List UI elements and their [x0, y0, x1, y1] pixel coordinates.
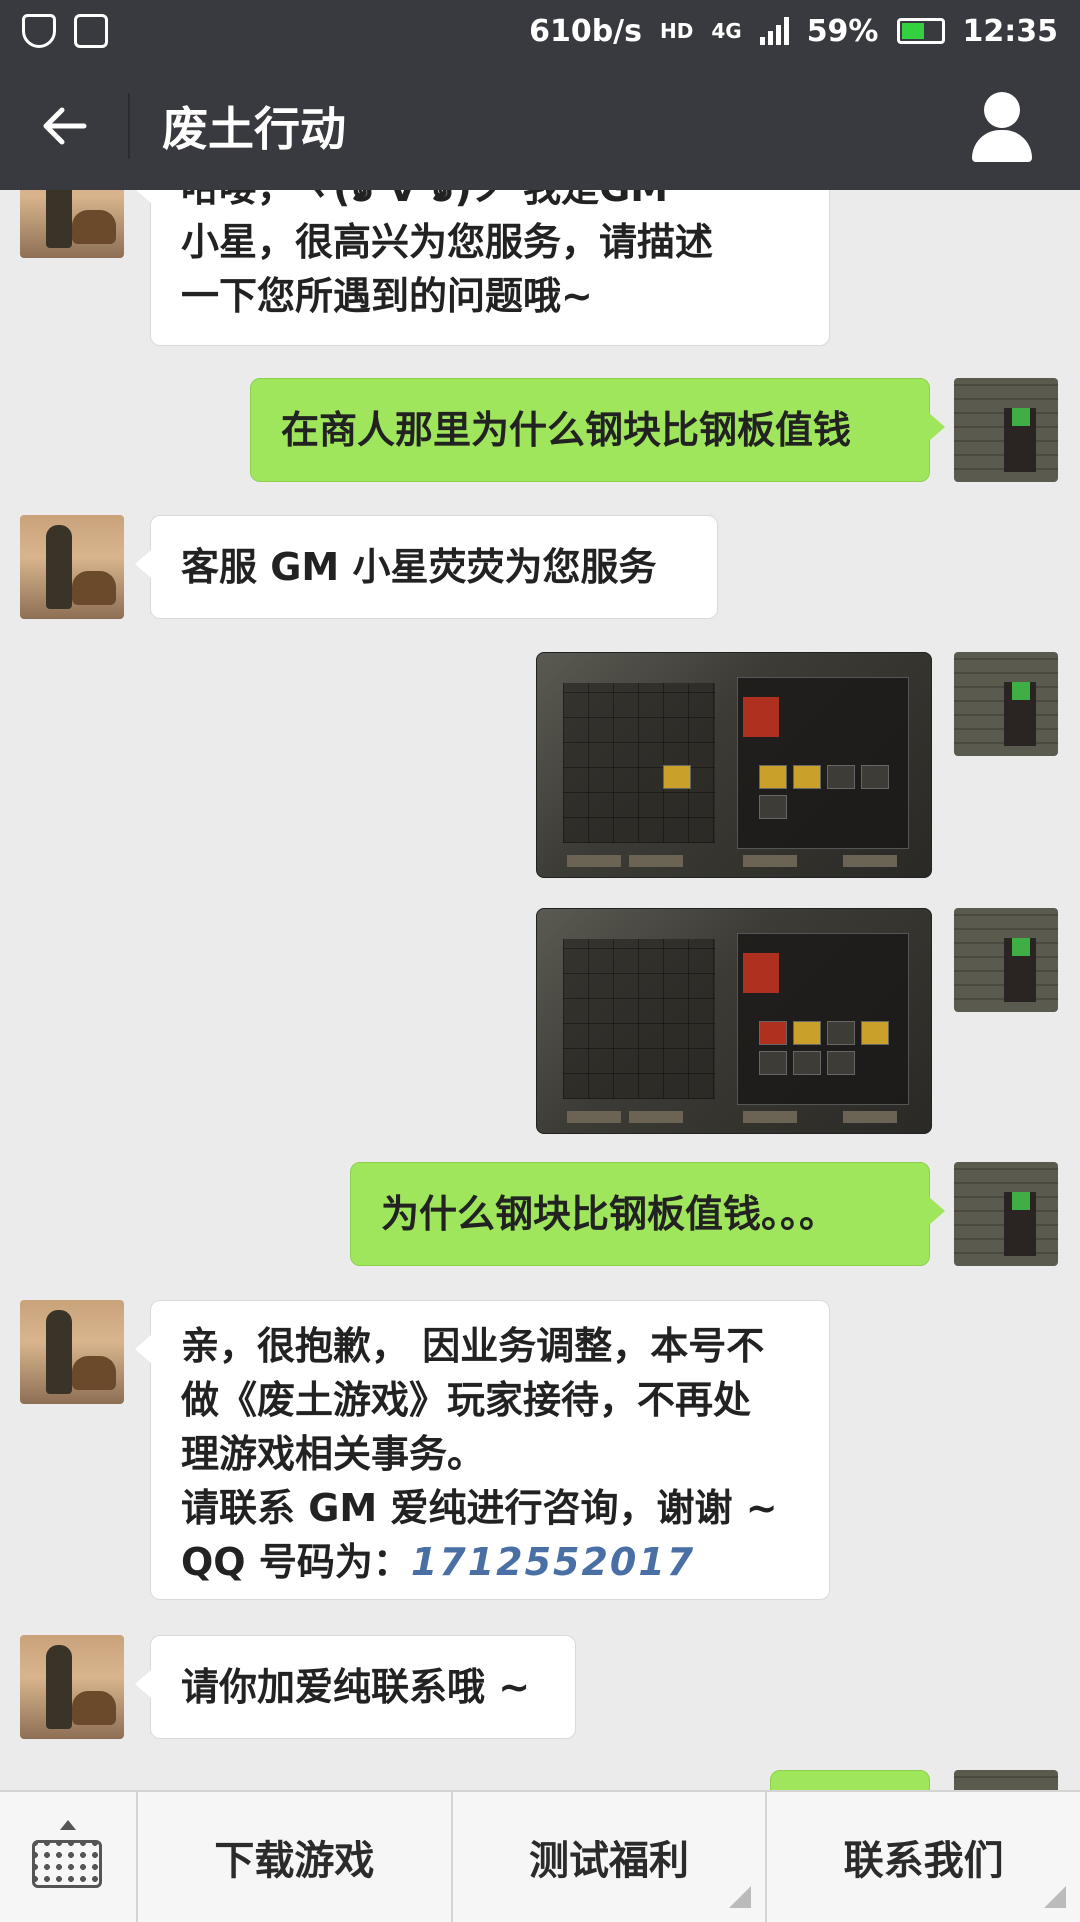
- user-avatar[interactable]: [954, 908, 1058, 1012]
- clock: 12:35: [962, 13, 1059, 49]
- message-bubble[interactable]: 哈喽，ヽ(๑ ́∀ ̀๑)ノ 我是GM 小星，很高兴为您服务，请描述 一下您所遇…: [135, 190, 830, 346]
- message-text: 理游戏相关事务。: [181, 1432, 486, 1476]
- user-avatar[interactable]: [954, 1770, 1058, 1790]
- message-bubble[interactable]: 请你加爱纯联系哦 ~: [135, 1635, 576, 1739]
- network-speed: 610b/s: [529, 13, 642, 49]
- keyboard-icon: [32, 1840, 102, 1888]
- shield-icon: [22, 14, 56, 48]
- message-bubble[interactable]: 为什么钢块比钢板值钱。。。: [350, 1162, 945, 1266]
- message-text: 为什么钢块比钢板值钱。。。: [381, 1192, 838, 1236]
- message-text: 请你加爱纯联系哦 ~: [181, 1665, 531, 1709]
- message-text: 请联系 GM 爱纯进行咨询，谢谢 ~: [181, 1486, 778, 1530]
- gm-avatar[interactable]: [20, 515, 124, 619]
- page-title: 废土行动: [162, 102, 346, 156]
- message-text: 客服 GM 小星荧荧为您服务: [181, 545, 657, 589]
- menu-test-benefits[interactable]: 测试福利: [453, 1792, 768, 1922]
- gm-avatar[interactable]: [20, 1300, 124, 1404]
- profile-button[interactable]: [964, 88, 1040, 164]
- bottom-menu-bar: 下载游戏 测试福利 联系我们: [0, 1790, 1080, 1922]
- title-bar: 废土行动: [0, 62, 1080, 190]
- qq-number-link[interactable]: 1712552017: [411, 1540, 695, 1584]
- message-text: 小星，很高兴为您服务，请描述: [181, 220, 714, 264]
- arrow-left-icon: [43, 107, 87, 145]
- chevron-up-icon: [60, 1820, 76, 1830]
- keyboard-toggle-button[interactable]: [0, 1792, 138, 1922]
- gm-avatar[interactable]: [20, 190, 124, 258]
- qq-label: QQ 号码为：: [181, 1540, 411, 1584]
- sim-card-icon: [74, 14, 108, 48]
- battery-percent: 59%: [806, 13, 879, 49]
- screenshot-image[interactable]: [536, 652, 932, 878]
- gm-avatar[interactable]: [20, 1635, 124, 1739]
- battery-icon: [896, 18, 945, 44]
- back-button[interactable]: [0, 62, 128, 190]
- chat-area[interactable]: 哈喽，ヽ(๑ ́∀ ̀๑)ノ 我是GM 小星，很高兴为您服务，请描述 一下您所遇…: [0, 190, 1080, 1790]
- message-bubble[interactable]: 在商人那里为什么钢块比钢板值钱: [250, 378, 945, 482]
- message-text: 哈喽，ヽ(๑ ́∀ ̀๑)ノ 我是GM: [181, 190, 799, 215]
- status-bar: 610b/s HD 4G 59% 12:35: [0, 0, 1080, 62]
- title-divider: [128, 93, 130, 159]
- message-bubble[interactable]: 亲，很抱歉， 因业务调整，本号不 做《废土游戏》玩家接待，不再处 理游戏相关事务…: [135, 1300, 830, 1600]
- message-bubble[interactable]: [770, 1770, 930, 1790]
- submenu-indicator-icon: [1044, 1886, 1067, 1908]
- submenu-indicator-icon: [729, 1886, 752, 1908]
- menu-contact-us[interactable]: 联系我们: [767, 1792, 1080, 1922]
- person-icon: [984, 92, 1020, 128]
- hd-label: HD: [660, 19, 694, 43]
- screenshot-image[interactable]: [536, 908, 932, 1134]
- user-avatar[interactable]: [954, 378, 1058, 482]
- message-text: 做《废土游戏》玩家接待，不再处: [181, 1378, 752, 1422]
- message-text: 一下您所遇到的问题哦~: [181, 274, 593, 318]
- network-type: 4G: [711, 19, 742, 43]
- user-avatar[interactable]: [954, 1162, 1058, 1266]
- message-text: 亲，很抱歉， 因业务调整，本号不: [181, 1324, 765, 1368]
- user-avatar[interactable]: [954, 652, 1058, 756]
- menu-download-game[interactable]: 下载游戏: [138, 1792, 453, 1922]
- message-bubble[interactable]: 客服 GM 小星荧荧为您服务: [135, 515, 718, 619]
- message-text: 在商人那里为什么钢块比钢板值钱: [281, 408, 852, 452]
- signal-icon: [759, 17, 789, 45]
